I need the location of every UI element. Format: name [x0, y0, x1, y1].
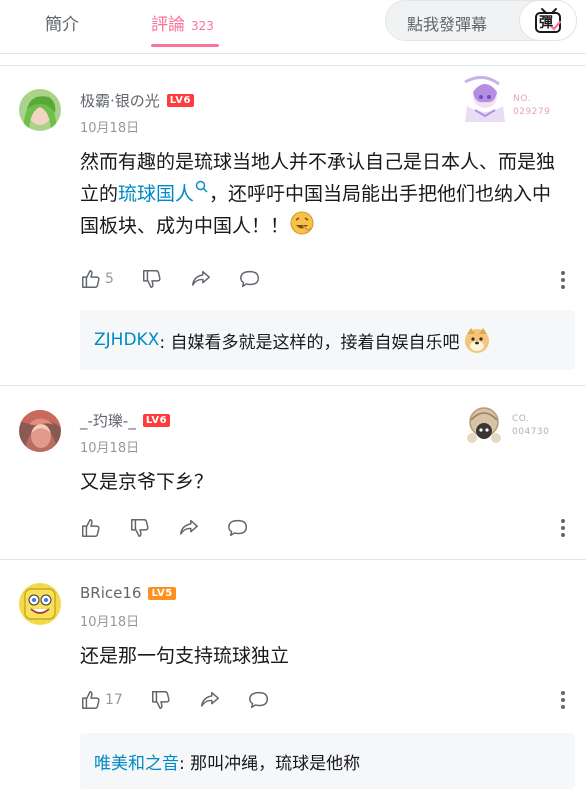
- username-row: 极霸·银の光 LV6: [80, 90, 194, 111]
- fan-medal-badge[interactable]: NO. 029279: [455, 74, 575, 126]
- danmaku-glyph: 彈: [539, 15, 553, 31]
- comment-bubble-icon: [248, 691, 268, 709]
- username-row: BRice16 LV5: [80, 584, 176, 602]
- danmaku-input[interactable]: 點我發彈幕 彈: [385, 0, 577, 41]
- reply-preview[interactable]: ZJHDKX: 自媒看多就是这样的，接着自娱自乐吧: [80, 310, 575, 370]
- reply-text: : 那叫冲绳，琉球是他称: [179, 753, 361, 774]
- avatar[interactable]: [19, 89, 61, 131]
- thumbs-down-icon: [131, 519, 149, 537]
- reply-text: : 自媒看多就是这样的，接着自娱自乐吧: [159, 332, 460, 353]
- reply-username[interactable]: 唯美和之音: [94, 749, 179, 774]
- search-link-label: 琉球国人: [118, 183, 195, 205]
- danmaku-placeholder: 點我發彈幕: [407, 15, 488, 34]
- comment-bubble-icon: [228, 519, 247, 537]
- search-link[interactable]: 琉球国人: [118, 180, 209, 205]
- section-spacer: [0, 54, 586, 66]
- reply-button[interactable]: [239, 268, 261, 290]
- dislike-button[interactable]: [141, 268, 163, 290]
- comment-text: 又是京爷下乡？: [80, 471, 214, 493]
- share-icon: [200, 691, 219, 707]
- username[interactable]: 极霸·银の光: [80, 90, 160, 111]
- comment-divider: [0, 559, 586, 560]
- dislike-button[interactable]: [129, 517, 151, 539]
- tab-comments[interactable]: 評論 323: [151, 10, 214, 35]
- thumbs-down-icon: [142, 270, 161, 288]
- level-badge: LV5: [148, 586, 176, 600]
- doge-emoji-icon: [465, 328, 490, 353]
- reply-button[interactable]: [227, 517, 249, 539]
- level-badge: LV6: [142, 414, 171, 427]
- thumbs-up-icon: [82, 519, 100, 537]
- like-count: 5: [105, 271, 114, 287]
- comment-actions: [80, 517, 276, 539]
- comment-text: 还是那一句支持琉球独立: [80, 645, 290, 667]
- thumbs-down-icon: [151, 691, 170, 709]
- like-button[interactable]: 5: [80, 268, 114, 290]
- fan-medal-number: 029279: [513, 107, 551, 117]
- dislike-button[interactable]: [150, 689, 172, 711]
- username[interactable]: _-玓瓅-_: [80, 410, 136, 431]
- comment-bubble-icon: [240, 270, 259, 288]
- fan-medal-prefix: NO.: [513, 94, 531, 104]
- avatar[interactable]: [19, 410, 61, 452]
- more-options-icon[interactable]: [560, 690, 566, 710]
- more-options-icon[interactable]: [560, 270, 566, 290]
- thumbs-up-icon: [82, 270, 100, 288]
- reply-username[interactable]: ZJHDKX: [94, 330, 159, 350]
- more-options-icon[interactable]: [560, 518, 566, 538]
- share-icon: [180, 519, 198, 535]
- like-button[interactable]: [80, 517, 102, 539]
- reply-button[interactable]: [248, 689, 270, 711]
- level-badge: LV6: [166, 94, 194, 107]
- comment-count: 323: [191, 19, 214, 33]
- share-button[interactable]: [199, 689, 221, 711]
- username[interactable]: BRice16: [80, 584, 141, 602]
- tab-intro[interactable]: 簡介: [45, 10, 79, 35]
- fan-medal-number: 004730: [512, 427, 550, 437]
- top-tab-bar: 簡介 評論 323 點我發彈幕 彈: [0, 0, 586, 54]
- like-count: 17: [105, 692, 123, 708]
- thumbs-up-icon: [82, 691, 100, 709]
- share-icon: [191, 270, 210, 286]
- avatar[interactable]: [19, 583, 61, 625]
- fan-medal-badge[interactable]: CO. 004730: [462, 404, 572, 450]
- search-icon: [195, 180, 208, 193]
- like-button[interactable]: 17: [80, 689, 123, 711]
- comment-actions: 17: [80, 689, 297, 711]
- comment-date: 10月18日: [80, 615, 140, 630]
- share-button[interactable]: [190, 268, 212, 290]
- share-button[interactable]: [178, 517, 200, 539]
- danmaku-icon: 彈: [534, 7, 564, 35]
- comment-date: 10月18日: [80, 441, 140, 456]
- danmaku-toggle-button[interactable]: 彈: [519, 0, 577, 41]
- comment-divider: [0, 385, 586, 386]
- laughing-emoji-icon: [290, 211, 314, 235]
- comment-actions: 5: [80, 268, 288, 290]
- username-row: _-玓瓅-_ LV6: [80, 410, 171, 431]
- active-tab-indicator: [151, 44, 219, 47]
- comment-text: 然而有趣的是琉球当地人并不承认自己是日本人、而是独立的琉球国人 ，还呼吁中国当局能…: [80, 146, 570, 242]
- tab-comments-label: 評論: [151, 15, 185, 35]
- comment-date: 10月18日: [80, 121, 140, 136]
- fan-medal-prefix: CO.: [512, 414, 530, 424]
- reply-preview[interactable]: 唯美和之音: 那叫冲绳，琉球是他称: [80, 733, 575, 789]
